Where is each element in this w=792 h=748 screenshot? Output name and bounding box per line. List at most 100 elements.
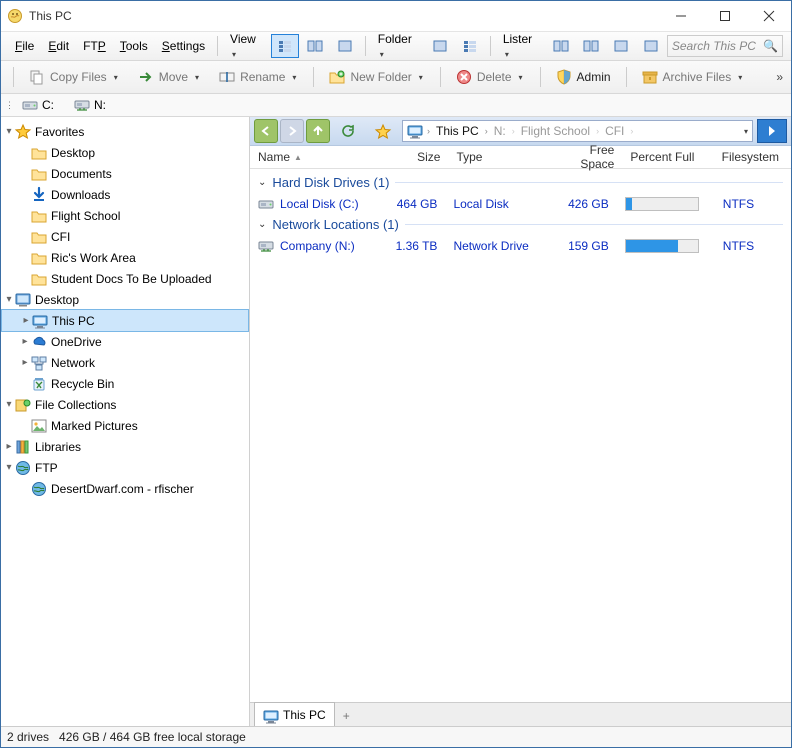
tab-thispc[interactable]: This PC [254,702,335,726]
folder-btn-1[interactable] [426,34,454,58]
nav-back-button[interactable] [254,119,278,143]
menu-edit[interactable]: Edit [42,36,75,56]
file-list: ⌄Hard Disk Drives (1) Local Disk (C:) 46… [250,169,791,702]
tree-ftp-host[interactable]: DesertDwarf.com - rfischer [1,478,249,499]
tree-fav-item[interactable]: CFI [1,226,249,247]
maximize-button[interactable] [703,2,747,30]
folder-icon [31,166,47,182]
nav-forward-button[interactable] [280,119,304,143]
col-size[interactable]: Size [380,150,449,164]
tree-recycle[interactable]: Recycle Bin [1,373,249,394]
folder-btn-2[interactable] [456,34,484,58]
copy-files-button[interactable]: Copy Files▾ [22,66,127,88]
lister-btn-3[interactable] [607,34,635,58]
menu-ftp[interactable]: FTP [77,36,112,56]
file-ops-toolbar: Copy Files▾ Move▾ Rename▾ New Folder▾ De… [1,61,791,94]
view-mode-2-button[interactable] [301,34,329,58]
filecollections-icon [15,397,31,413]
tree-fav-item[interactable]: Flight School [1,205,249,226]
tree-onedrive[interactable]: ▸OneDrive [1,331,249,352]
star-icon [15,124,31,140]
view-mode-3-button[interactable] [331,34,359,58]
tab-strip: This PC + [250,702,791,726]
status-space: 426 GB / 464 GB free local storage [59,730,246,744]
tree-network[interactable]: ▸Network [1,352,249,373]
network-icon [31,355,47,371]
search-input[interactable]: Search This PC 🔍 [667,35,783,57]
tree-fav-item[interactable]: Downloads [1,184,249,205]
separator [490,36,491,56]
folder-icon [31,208,47,224]
menu-file[interactable]: File [9,36,40,56]
new-tab-button[interactable]: + [335,706,358,726]
tree-filecollections[interactable]: ▾File Collections [1,394,249,415]
tree-fav-item[interactable]: Student Docs To Be Uploaded [1,268,249,289]
folder-icon [31,250,47,266]
download-icon [31,187,47,203]
desktop-icon [15,292,31,308]
move-button[interactable]: Move▾ [131,66,208,88]
delete-button[interactable]: Delete▾ [449,66,532,88]
nav-favorites-button[interactable] [366,119,398,143]
drive-row-c[interactable]: Local Disk (C:) 464 GB Local Disk 426 GB… [250,194,791,213]
status-count: 2 drives [7,730,49,744]
col-free[interactable]: Free Space [549,143,623,171]
menu-view[interactable]: View ▾ [224,29,269,63]
breadcrumb[interactable]: › This PC › N: › Flight School › CFI › ▾ [402,120,753,142]
nav-up-button[interactable] [306,119,330,143]
menu-folder[interactable]: Folder ▾ [372,29,424,63]
group-net[interactable]: ⌄Network Locations (1) [250,213,791,236]
menu-lister[interactable]: Lister ▾ [497,29,545,63]
drive-n-button[interactable]: N: [68,96,112,114]
col-fs[interactable]: Filesystem [714,150,791,164]
tree-libraries[interactable]: ▸Libraries [1,436,249,457]
libraries-icon [15,439,31,455]
lister-btn-4[interactable] [637,34,665,58]
hdd-icon [258,196,274,212]
window-title: This PC [29,9,72,23]
title-bar: This PC [1,1,791,32]
tree-thispc[interactable]: ▸This PC [1,309,249,332]
archive-button[interactable]: Archive Files▾ [635,66,752,88]
col-name[interactable]: Name▲ [250,150,380,164]
addr-go-button[interactable] [757,119,787,143]
recycle-icon [31,376,47,392]
crumb-n[interactable]: N: [490,124,510,138]
crumb-cfi[interactable]: CFI [601,124,628,138]
world-icon [15,460,31,476]
tree-favorites[interactable]: ▾Favorites [1,121,249,142]
view-mode-1-button[interactable] [271,34,299,58]
new-folder-button[interactable]: New Folder▾ [322,66,431,88]
drive-c-button[interactable]: C: [16,96,60,114]
col-pct[interactable]: Percent Full [622,150,713,164]
app-icon [7,8,23,24]
tree-desktop[interactable]: ▾Desktop [1,289,249,310]
group-hdd[interactable]: ⌄Hard Disk Drives (1) [250,171,791,194]
lister-btn-1[interactable] [547,34,575,58]
image-icon [31,418,47,434]
crumb-root[interactable]: This PC [432,124,483,138]
nav-refresh-button[interactable] [332,119,364,143]
tree-fav-item[interactable]: Desktop [1,142,249,163]
tree-marked-pictures[interactable]: Marked Pictures [1,415,249,436]
rename-button[interactable]: Rename▾ [212,66,305,88]
tree-ftp[interactable]: ▾FTP [1,457,249,478]
tree-fav-item[interactable]: Ric's Work Area [1,247,249,268]
drive-row-n[interactable]: Company (N:) 1.36 TB Network Drive 159 G… [250,236,791,255]
col-type[interactable]: Type [448,150,548,164]
status-bar: 2 drives 426 GB / 464 GB free local stor… [1,726,791,747]
address-bar: › This PC › N: › Flight School › CFI › ▾ [250,117,791,146]
crumb-fs[interactable]: Flight School [517,124,594,138]
breadcrumb-dropdown[interactable]: ▾ [742,127,750,136]
folder-icon [31,145,47,161]
minimize-button[interactable] [659,2,703,30]
menu-settings[interactable]: Settings [156,36,211,56]
lister-btn-2[interactable] [577,34,605,58]
admin-button[interactable]: Admin [549,66,618,88]
tree-fav-item[interactable]: Documents [1,163,249,184]
folder-icon [31,229,47,245]
toolbar-overflow-button[interactable]: » [776,70,783,84]
menu-tools[interactable]: Tools [114,36,154,56]
drive-bar: ⋮ C: N: [1,94,791,117]
close-button[interactable] [747,2,791,30]
